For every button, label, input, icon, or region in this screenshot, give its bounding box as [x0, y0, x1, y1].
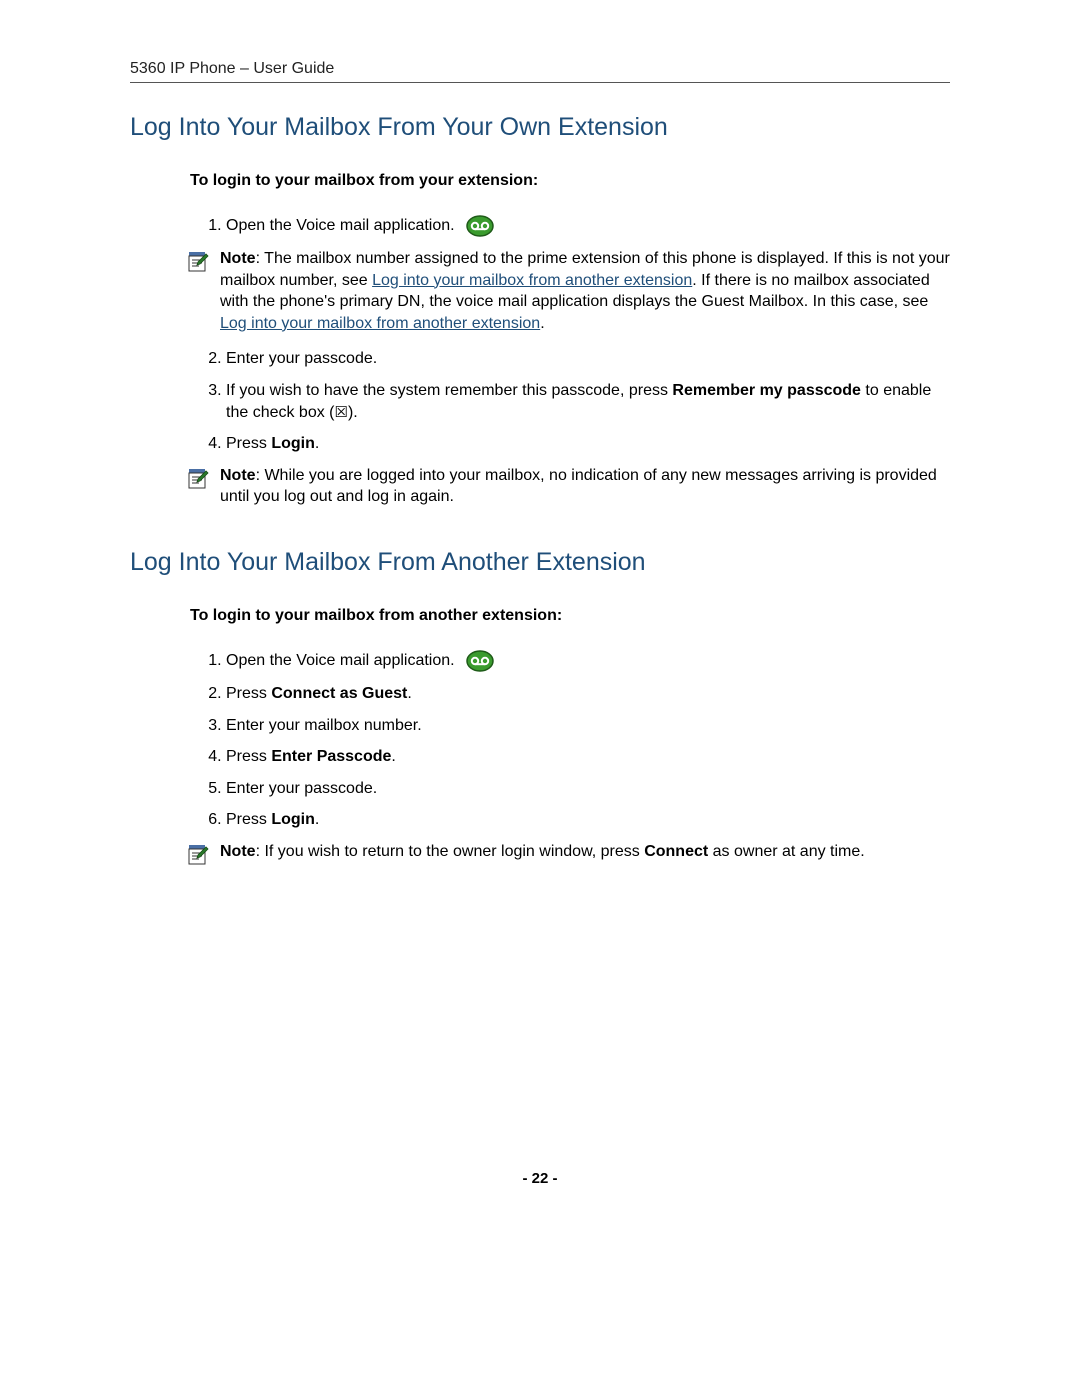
- link-another-extension-1[interactable]: Log into your mailbox from another exten…: [372, 272, 692, 289]
- note1-text: Note: The mailbox number assigned to the…: [220, 248, 950, 334]
- s2-note-text: Note: If you wish to return to the owner…: [220, 841, 950, 863]
- page-footer: - 22 -: [0, 1170, 1080, 1187]
- note-icon: [186, 843, 210, 874]
- section2-step6: Press Login.: [226, 809, 950, 831]
- step3-c: ).: [348, 404, 358, 421]
- section1-note2: Note: While you are logged into your mai…: [186, 465, 950, 508]
- section1-steps-a: Open the Voice mail application.: [190, 214, 950, 238]
- s2-step2-bold: Connect as Guest: [271, 685, 407, 702]
- section1-step1: Open the Voice mail application.: [226, 214, 950, 238]
- voicemail-icon: [465, 214, 495, 238]
- section2-step5: Enter your passcode.: [226, 778, 950, 800]
- voicemail-icon: [465, 649, 495, 673]
- note1-label: Note: [220, 250, 256, 267]
- s2-step2-a: Press: [226, 685, 271, 702]
- section2-step2: Press Connect as Guest.: [226, 683, 950, 705]
- section1-heading: Log Into Your Mailbox From Your Own Exte…: [130, 113, 950, 142]
- section1-note1: Note: The mailbox number assigned to the…: [186, 248, 950, 334]
- s2-step1-text: Open the Voice mail application.: [226, 652, 455, 669]
- note2-body: : While you are logged into your mailbox…: [220, 467, 937, 506]
- note-icon: [186, 467, 210, 498]
- section1-body: To login to your mailbox from your exten…: [190, 172, 950, 508]
- section2-step4: Press Enter Passcode.: [226, 746, 950, 768]
- s2-step2-b: .: [407, 685, 411, 702]
- section1-step4: Press Login.: [226, 433, 950, 455]
- note-icon: [186, 250, 210, 281]
- step3-bold: Remember my passcode: [672, 382, 861, 399]
- s2-step4-bold: Enter Passcode: [271, 748, 391, 765]
- s2-step6-b: .: [315, 811, 319, 828]
- s2-step4-b: .: [391, 748, 395, 765]
- checkbox-icon: ☒: [335, 405, 348, 420]
- note2-label: Note: [220, 467, 256, 484]
- section2-step1: Open the Voice mail application.: [226, 649, 950, 673]
- section2-note: Note: If you wish to return to the owner…: [186, 841, 950, 874]
- note2-text: Note: While you are logged into your mai…: [220, 465, 950, 508]
- section2-heading: Log Into Your Mailbox From Another Exten…: [130, 548, 950, 577]
- s2-step6-bold: Login: [271, 811, 315, 828]
- note1-part-c: .: [540, 315, 544, 332]
- section1-subhead: To login to your mailbox from your exten…: [190, 172, 950, 190]
- step4-a: Press: [226, 435, 271, 452]
- section2-step3: Enter your mailbox number.: [226, 715, 950, 737]
- step3-a: If you wish to have the system remember …: [226, 382, 672, 399]
- s2-note-b: as owner at any time.: [708, 843, 865, 860]
- s2-step4-a: Press: [226, 748, 271, 765]
- section1-steps-b: Enter your passcode. If you wish to have…: [190, 348, 950, 454]
- section2-subhead: To login to your mailbox from another ex…: [190, 607, 950, 625]
- page: 5360 IP Phone – User Guide Log Into Your…: [0, 0, 1080, 1397]
- section2-steps: Open the Voice mail application. Press C…: [190, 649, 950, 831]
- s2-note-bold: Connect: [644, 843, 708, 860]
- link-another-extension-2[interactable]: Log into your mailbox from another exten…: [220, 315, 540, 332]
- section2-body: To login to your mailbox from another ex…: [190, 607, 950, 874]
- step4-bold: Login: [271, 435, 315, 452]
- s2-step6-a: Press: [226, 811, 271, 828]
- section1-step3: If you wish to have the system remember …: [226, 380, 950, 423]
- s2-note-a: : If you wish to return to the owner log…: [256, 843, 645, 860]
- step1-text: Open the Voice mail application.: [226, 217, 455, 234]
- page-header: 5360 IP Phone – User Guide: [130, 60, 950, 83]
- step4-b: .: [315, 435, 319, 452]
- section1-step2: Enter your passcode.: [226, 348, 950, 370]
- s2-note-label: Note: [220, 843, 256, 860]
